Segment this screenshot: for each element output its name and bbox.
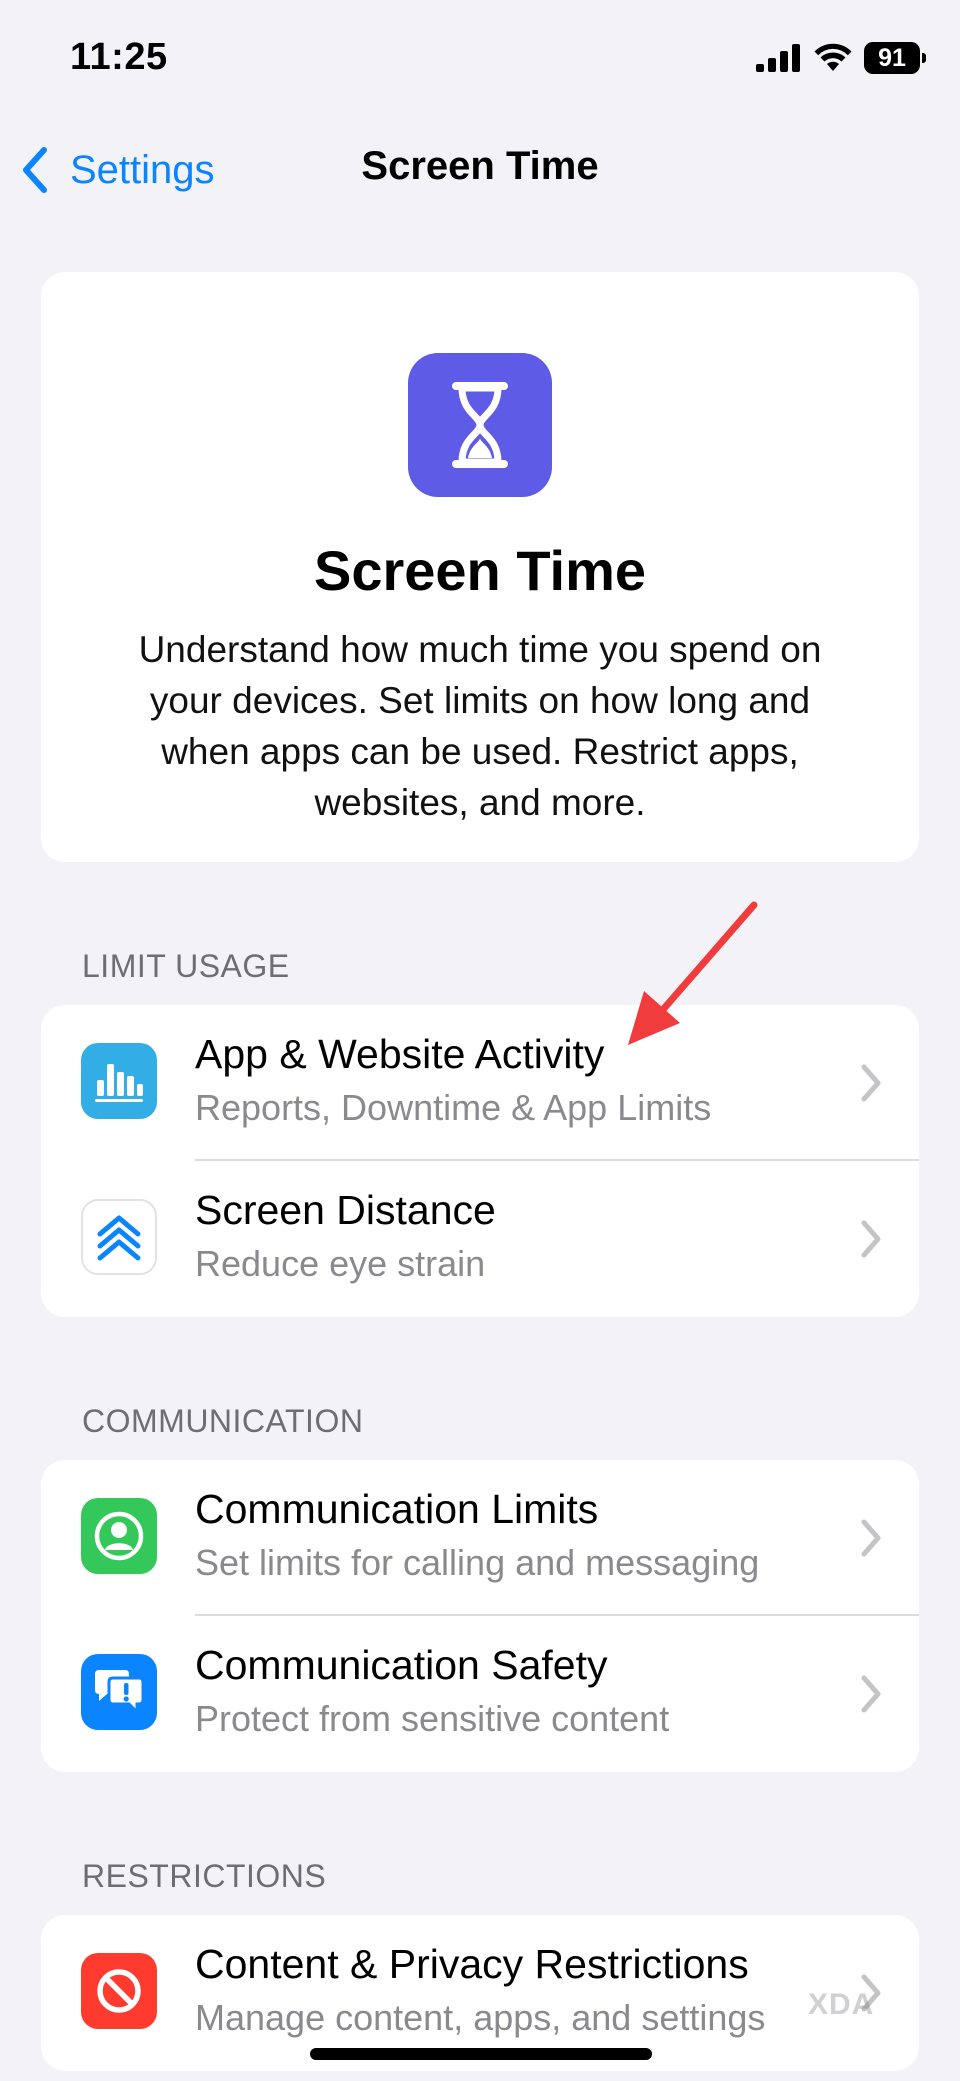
row-subtitle: Reports, Downtime & App Limits [195, 1087, 712, 1128]
battery-level: 91 [878, 43, 906, 72]
chevron-right-icon [861, 1675, 881, 1713]
limit-usage-group: App & Website Activity Reports, Downtime… [41, 1005, 919, 1317]
communication-limits-row[interactable]: Communication Limits Set limits for call… [41, 1460, 919, 1616]
cellular-signal-icon [756, 44, 800, 72]
row-title: Content & Privacy Restrictions [195, 1941, 749, 1987]
annotation-arrow [628, 901, 758, 1045]
screen-distance-row[interactable]: Screen Distance Reduce eye strain [41, 1161, 919, 1317]
page-title: Screen Time [361, 144, 599, 188]
hero-title: Screen Time [313, 539, 647, 602]
bar-chart-icon [81, 1043, 157, 1119]
double-chevron-up-icon [81, 1199, 157, 1275]
chevron-right-icon [861, 1519, 881, 1557]
battery-icon: 91 [864, 42, 926, 74]
hero-description: Understand how much time you spend on yo… [138, 629, 822, 823]
row-subtitle: Set limits for calling and messaging [195, 1542, 760, 1583]
section-header-communication: COMMUNICATION [82, 1403, 364, 1439]
status-icons: 91 [756, 40, 926, 76]
row-title: Communication Safety [195, 1642, 608, 1688]
watermark: XDA [808, 1988, 875, 2021]
communication-group: Communication Limits Set limits for call… [41, 1460, 919, 1772]
section-header-restrictions: RESTRICTIONS [82, 1858, 327, 1894]
row-title: Communication Limits [195, 1486, 599, 1532]
communication-safety-row[interactable]: Communication Safety Protect from sensit… [41, 1616, 919, 1772]
no-entry-icon [81, 1953, 157, 2029]
wifi-icon [814, 43, 852, 71]
row-subtitle: Protect from sensitive content [195, 1698, 670, 1739]
row-title: Screen Distance [195, 1187, 496, 1233]
screen-time-hero-card: Screen Time Understand how much time you… [41, 272, 919, 862]
row-subtitle: Reduce eye strain [195, 1243, 486, 1284]
app-website-activity-row[interactable]: App & Website Activity Reports, Downtime… [41, 1005, 919, 1161]
screen: 11:25 91 Settings Screen Time Screen Tim… [0, 0, 960, 2081]
person-circle-icon [81, 1498, 157, 1574]
row-subtitle: Manage content, apps, and settings [195, 1997, 766, 2038]
chevron-right-icon [861, 1064, 881, 1102]
home-indicator[interactable] [310, 2048, 652, 2060]
section-header-limit-usage: LIMIT USAGE [82, 948, 290, 984]
status-time: 11:25 [70, 36, 168, 78]
chat-bubble-alert-icon [81, 1654, 157, 1730]
chevron-right-icon [861, 1220, 881, 1258]
hourglass-icon [408, 353, 552, 497]
